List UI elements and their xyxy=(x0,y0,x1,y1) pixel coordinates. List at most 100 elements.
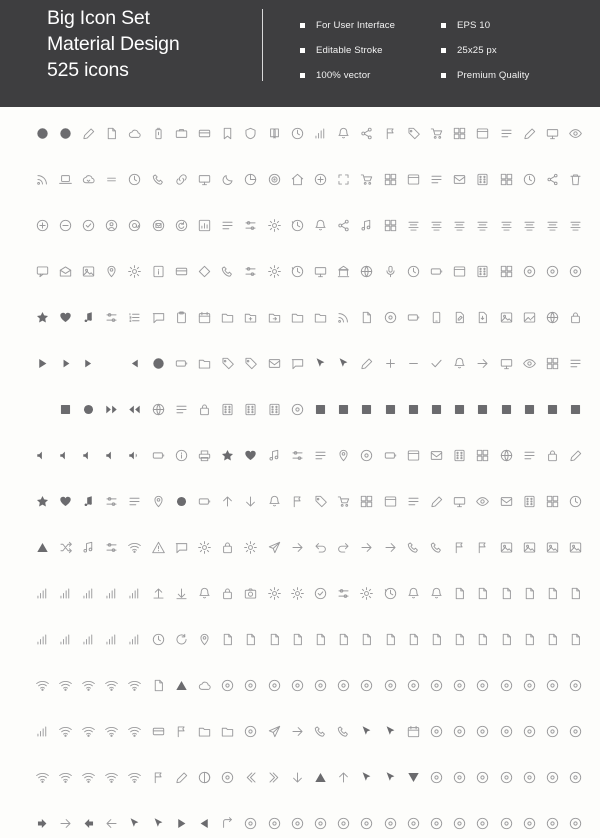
circle-icon[interactable] xyxy=(475,677,491,693)
circle-icon[interactable] xyxy=(266,815,282,831)
chevron-right-icon[interactable] xyxy=(266,769,282,785)
square-icon[interactable] xyxy=(382,401,398,417)
circle-icon[interactable] xyxy=(359,815,375,831)
circle-icon[interactable] xyxy=(498,677,514,693)
triangle-right-icon[interactable] xyxy=(173,815,189,831)
square-icon[interactable] xyxy=(452,401,468,417)
message-icon[interactable] xyxy=(150,309,166,325)
cursor-icon[interactable] xyxy=(150,815,166,831)
pause-icon[interactable] xyxy=(104,355,120,371)
monitor-icon[interactable] xyxy=(312,263,328,279)
tag-icon[interactable] xyxy=(405,125,421,141)
wifi-icon[interactable] xyxy=(127,769,143,785)
circle-icon[interactable] xyxy=(382,815,398,831)
gear-icon[interactable] xyxy=(359,585,375,601)
arrow-icon[interactable] xyxy=(359,539,375,555)
circle-icon[interactable] xyxy=(336,677,352,693)
message-icon[interactable] xyxy=(173,539,189,555)
star-icon[interactable] xyxy=(220,447,236,463)
circle-icon[interactable] xyxy=(428,723,444,739)
grid-icon[interactable] xyxy=(452,125,468,141)
wifi-icon[interactable] xyxy=(104,677,120,693)
file-icon[interactable] xyxy=(544,631,560,647)
globe-icon[interactable] xyxy=(359,263,375,279)
square-icon[interactable] xyxy=(475,401,491,417)
flag-icon[interactable] xyxy=(150,769,166,785)
sliders-icon[interactable] xyxy=(104,309,120,325)
grid-icon[interactable] xyxy=(475,447,491,463)
arrow-down-icon[interactable] xyxy=(243,493,259,509)
flag-icon[interactable] xyxy=(289,493,305,509)
keypad-icon[interactable] xyxy=(266,401,282,417)
grid-4-icon[interactable] xyxy=(544,493,560,509)
cursor-icon[interactable] xyxy=(127,815,143,831)
check-icon[interactable] xyxy=(428,355,444,371)
folder-add-icon[interactable] xyxy=(243,309,259,325)
circle-icon[interactable] xyxy=(243,677,259,693)
circle-icon[interactable] xyxy=(475,815,491,831)
alert-icon[interactable] xyxy=(150,539,166,555)
grid-icon[interactable] xyxy=(359,493,375,509)
music-icon[interactable] xyxy=(266,447,282,463)
send-icon[interactable] xyxy=(266,539,282,555)
list-icon[interactable] xyxy=(428,171,444,187)
flag-icon[interactable] xyxy=(475,539,491,555)
diamond-icon[interactable] xyxy=(196,263,212,279)
tag-icon[interactable] xyxy=(220,355,236,371)
minus-circle-icon[interactable] xyxy=(57,217,73,233)
wifi-icon[interactable] xyxy=(34,769,50,785)
phone-icon[interactable] xyxy=(336,723,352,739)
share-icon[interactable] xyxy=(336,217,352,233)
file-icon[interactable] xyxy=(336,631,352,647)
circle-icon[interactable] xyxy=(475,769,491,785)
eye-icon[interactable] xyxy=(568,125,584,141)
circle-icon[interactable] xyxy=(243,723,259,739)
battery-alert-icon[interactable] xyxy=(150,125,166,141)
square-icon[interactable] xyxy=(359,401,375,417)
wifi-icon[interactable] xyxy=(127,677,143,693)
triangle-up-icon[interactable] xyxy=(312,769,328,785)
lines-icon[interactable] xyxy=(568,217,584,233)
window-icon[interactable] xyxy=(382,493,398,509)
file-icon[interactable] xyxy=(428,631,444,647)
comment-icon[interactable] xyxy=(34,263,50,279)
settings-gear-icon[interactable] xyxy=(127,263,143,279)
file-down-icon[interactable] xyxy=(475,309,491,325)
signal-bars-icon[interactable] xyxy=(80,585,96,601)
minus-icon[interactable] xyxy=(405,355,421,371)
tablet-icon[interactable] xyxy=(428,309,444,325)
mail-circle-icon[interactable] xyxy=(150,217,166,233)
sliders-icon[interactable] xyxy=(336,585,352,601)
globe-icon[interactable] xyxy=(150,401,166,417)
volume-up-icon[interactable] xyxy=(57,447,73,463)
circle-icon[interactable] xyxy=(405,677,421,693)
pen-icon[interactable] xyxy=(521,125,537,141)
pen-icon[interactable] xyxy=(428,493,444,509)
folder-move-icon[interactable] xyxy=(266,309,282,325)
circle-icon[interactable] xyxy=(544,263,560,279)
triangle-down-icon[interactable] xyxy=(405,769,421,785)
file-icon[interactable] xyxy=(475,631,491,647)
battery-icon[interactable] xyxy=(150,447,166,463)
lines-icon[interactable] xyxy=(521,217,537,233)
sliders-icon[interactable] xyxy=(104,493,120,509)
arrow-down-icon[interactable] xyxy=(289,769,305,785)
circle-icon[interactable] xyxy=(498,815,514,831)
history-icon[interactable] xyxy=(289,217,305,233)
square-icon[interactable] xyxy=(568,401,584,417)
prev-icon[interactable] xyxy=(127,355,143,371)
phone-icon[interactable] xyxy=(220,263,236,279)
signal-bars-icon[interactable] xyxy=(127,631,143,647)
gear-icon[interactable] xyxy=(266,217,282,233)
keypad-icon[interactable] xyxy=(521,493,537,509)
window-icon[interactable] xyxy=(405,447,421,463)
cloud-sync-icon[interactable] xyxy=(80,171,96,187)
grid-icon[interactable] xyxy=(382,171,398,187)
pin-icon[interactable] xyxy=(104,263,120,279)
calendar-icon[interactable] xyxy=(405,723,421,739)
battery-icon[interactable] xyxy=(196,493,212,509)
image-icon[interactable] xyxy=(498,539,514,555)
shuffle-icon[interactable] xyxy=(57,539,73,555)
battery-icon[interactable] xyxy=(173,355,189,371)
lock-icon[interactable] xyxy=(544,447,560,463)
